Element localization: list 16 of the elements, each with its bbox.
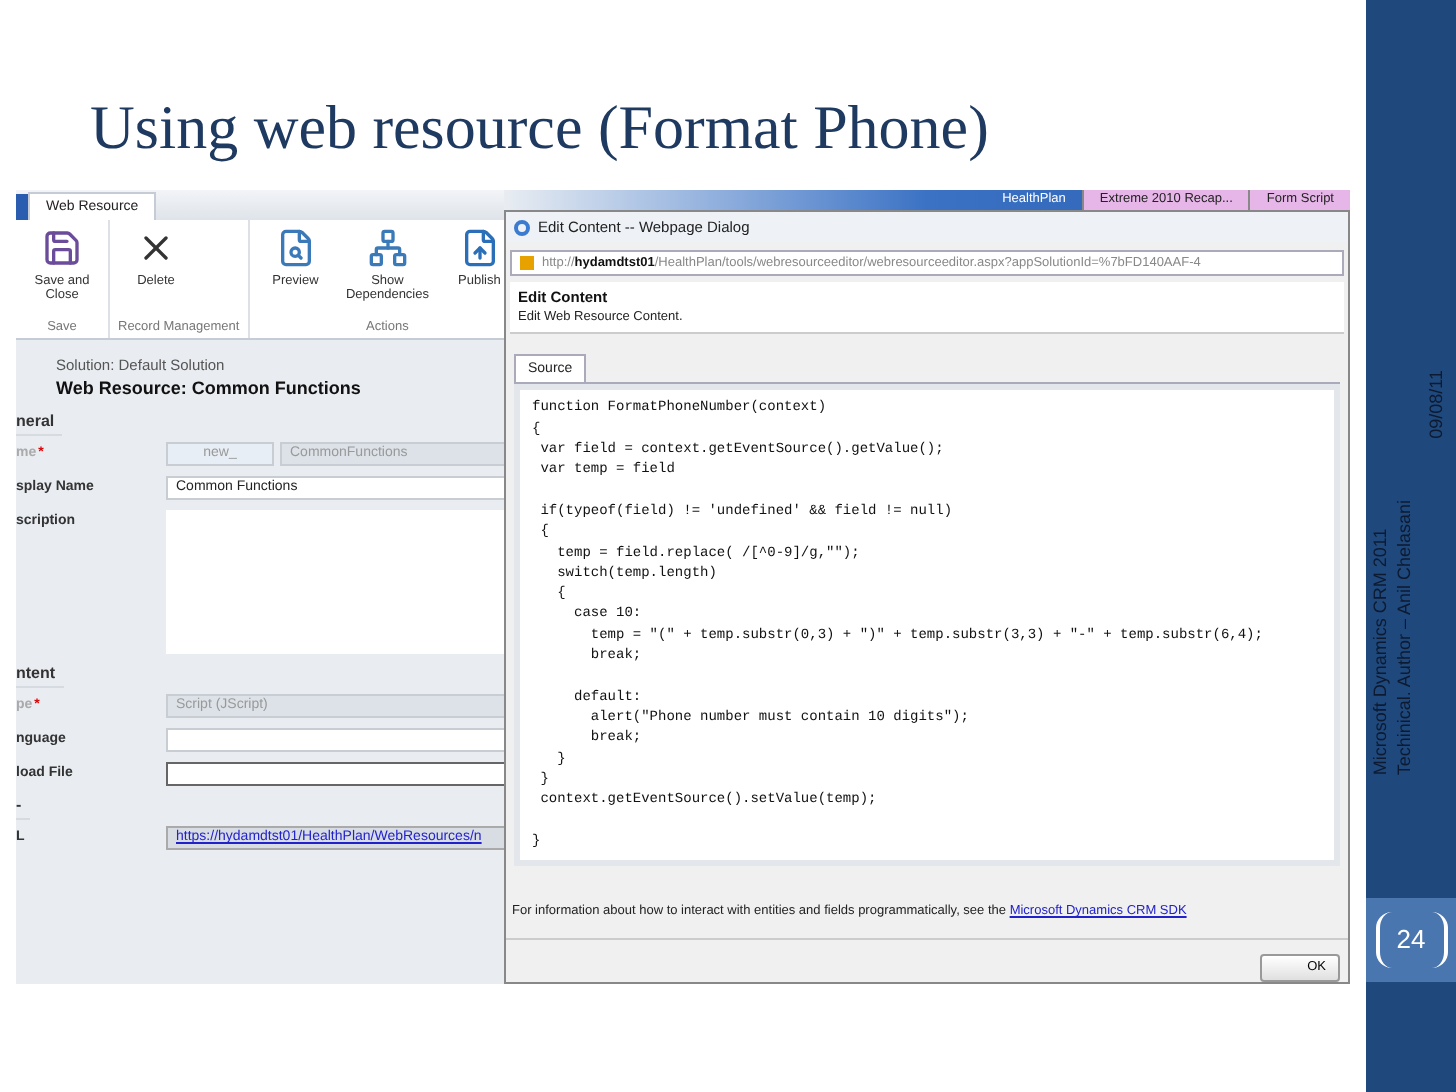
slide-date: 09/08/11 [1424,370,1449,439]
window-edge [16,194,28,220]
section-title: - [16,794,30,820]
record-heading: Web Resource: Common Functions [56,376,363,402]
footer-text: Microsoft Dynamics CRM 2011 [1370,526,1393,776]
section-title: ntent [16,662,64,688]
browser-icon [514,219,530,236]
page-number: 24 [1375,912,1447,968]
footer-text: Techinical. Author – Anil Chelasani [1394,500,1417,776]
slide-title: Using web resource (Format Phone) [90,92,991,164]
site-icon [520,256,534,271]
network-icon [367,228,408,268]
section-title: neral [16,410,63,436]
document-search-icon [275,228,316,268]
save-icon [42,228,82,268]
document-upload-icon [459,228,500,268]
